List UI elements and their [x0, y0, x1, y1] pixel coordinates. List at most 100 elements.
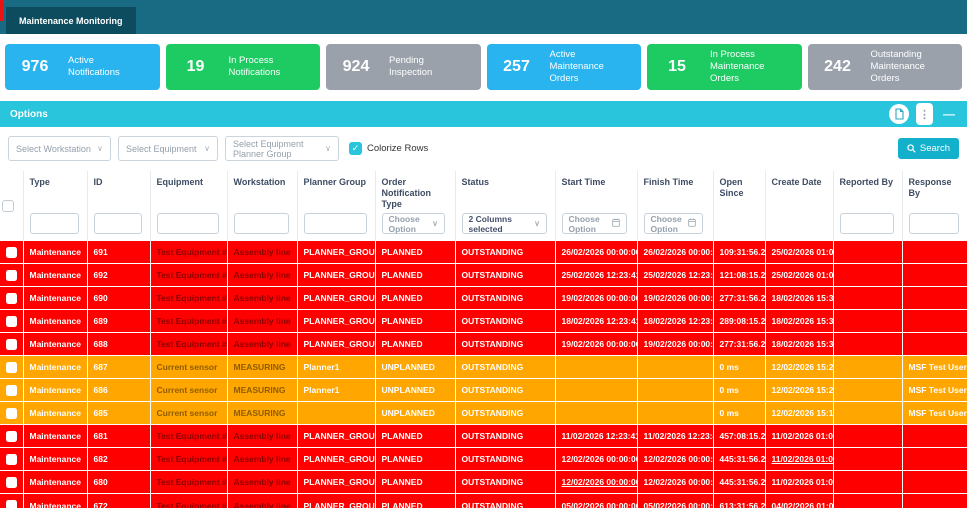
reported-by-filter-input[interactable] — [840, 213, 894, 234]
cell-workstation[interactable]: Assembly line — [227, 333, 297, 356]
finish-time-date-filter[interactable]: Choose Option — [644, 213, 704, 234]
column-header-workstation[interactable]: Workstation — [227, 171, 297, 211]
cell-open-since: 613:31:56.297 — [713, 494, 765, 508]
collapse-icon[interactable]: — — [943, 107, 955, 121]
order-notification-type-filter-select[interactable]: Choose Option∨ — [382, 213, 445, 234]
summary-card[interactable]: 242Outstanding Maintenance Orders — [808, 44, 963, 90]
column-header-start-time[interactable]: Start Time — [555, 171, 637, 211]
row-select-cell — [0, 310, 23, 333]
cell-workstation[interactable]: Assembly line — [227, 494, 297, 508]
workstation-select[interactable]: Select Workstation ∨ — [8, 136, 111, 161]
select-all-checkbox[interactable] — [2, 200, 14, 212]
cell-start-time: 18/02/2026 12:23:41 — [555, 310, 637, 333]
cell-equipment[interactable]: Test Equipment #1 — [150, 448, 227, 471]
cell-equipment[interactable]: Test Equipment #1 — [150, 425, 227, 448]
cell-equipment[interactable]: Test Equipment #1 — [150, 264, 227, 287]
row-checkbox[interactable] — [6, 408, 17, 419]
row-checkbox[interactable] — [6, 385, 17, 396]
summary-card[interactable]: 924Pending Inspection — [326, 44, 481, 90]
cell-workstation[interactable]: MEASURING — [227, 356, 297, 379]
cell-start-time: 26/02/2026 00:00:00 — [555, 241, 637, 264]
row-checkbox[interactable] — [6, 247, 17, 258]
id-filter-input[interactable] — [94, 213, 142, 234]
column-header-finish-time[interactable]: Finish Time — [637, 171, 713, 211]
export-document-icon[interactable] — [889, 104, 909, 124]
cell-workstation[interactable]: Assembly line — [227, 471, 297, 494]
column-header-open-since[interactable]: Open Since — [713, 171, 765, 211]
row-checkbox[interactable] — [6, 500, 17, 508]
column-header-response-by[interactable]: Response By — [902, 171, 967, 211]
search-button[interactable]: Search — [898, 138, 959, 159]
summary-card[interactable]: 19In Process Notifications — [166, 44, 321, 90]
response-by-filter-input[interactable] — [909, 213, 959, 234]
cell-workstation[interactable]: Assembly line — [227, 425, 297, 448]
summary-card[interactable]: 15In Process Maintenance Orders — [647, 44, 802, 90]
cell-equipment[interactable]: Test Equipment #1 — [150, 287, 227, 310]
cell-workstation[interactable]: MEASURING — [227, 379, 297, 402]
kebab-menu-icon[interactable]: ⋮ — [916, 103, 933, 125]
chevron-down-icon: ∨ — [534, 219, 540, 229]
column-filter-reported-by — [833, 211, 902, 241]
row-checkbox[interactable] — [6, 477, 17, 488]
cell-create-date: 11/02/2026 01:04:59 — [765, 448, 833, 471]
row-checkbox[interactable] — [6, 454, 17, 465]
row-checkbox[interactable] — [6, 362, 17, 373]
table-row: Maintenance680Test Equipment #1Assembly … — [0, 471, 967, 494]
tab-maintenance-monitoring[interactable]: Maintenance Monitoring — [6, 7, 136, 34]
cell-equipment[interactable]: Test Equipment #1 — [150, 494, 227, 508]
row-checkbox[interactable] — [6, 431, 17, 442]
workstation-filter-input[interactable] — [234, 213, 289, 234]
cell-workstation[interactable]: Assembly line — [227, 448, 297, 471]
column-filter-response-by — [902, 211, 967, 241]
cell-equipment[interactable]: Test Equipment #1 — [150, 471, 227, 494]
cell-workstation[interactable]: Assembly line — [227, 287, 297, 310]
column-header-equipment[interactable]: Equipment — [150, 171, 227, 211]
cell-planner-group: PLANNER_GROUP1 — [297, 425, 375, 448]
equipment-filter-input[interactable] — [157, 213, 219, 234]
cell-workstation[interactable]: MEASURING — [227, 402, 297, 425]
cell-equipment[interactable]: Test Equipment #1 — [150, 310, 227, 333]
cell-workstation[interactable]: Assembly line — [227, 310, 297, 333]
row-checkbox[interactable] — [6, 293, 17, 304]
column-header-type[interactable]: Type — [23, 171, 87, 211]
cell-equipment[interactable]: Current sensor — [150, 402, 227, 425]
card-value: 19 — [178, 58, 214, 76]
cell-workstation[interactable]: Assembly line — [227, 264, 297, 287]
equipment-select[interactable]: Select Equipment ∨ — [118, 136, 218, 161]
column-header-order-notification-type[interactable]: Order Notification Type — [375, 171, 455, 211]
column-header-status[interactable]: Status — [455, 171, 555, 211]
row-checkbox[interactable] — [6, 339, 17, 350]
summary-card[interactable]: 976Active Notifications — [5, 44, 160, 90]
planner-group-select[interactable]: Select Equipment Planner Group ∨ — [225, 136, 339, 161]
cell-reported-by — [833, 356, 902, 379]
row-select-cell — [0, 402, 23, 425]
column-header-planner-group[interactable]: Planner Group — [297, 171, 375, 211]
cell-equipment[interactable]: Current sensor — [150, 379, 227, 402]
planner-group-filter-input[interactable] — [304, 213, 367, 234]
cell-id: 692 — [87, 264, 150, 287]
status-filter-select[interactable]: 2 Columns selected∨ — [462, 213, 547, 234]
column-header-reported-by[interactable]: Reported By — [833, 171, 902, 211]
cell-start-time: 25/02/2026 12:23:41 — [555, 264, 637, 287]
column-header-create-date[interactable]: Create Date — [765, 171, 833, 211]
summary-card[interactable]: 257Active Maintenance Orders — [487, 44, 642, 90]
start-time-date-filter[interactable]: Choose Option — [562, 213, 627, 234]
colorize-rows-toggle[interactable]: ✓ Colorize Rows — [349, 142, 428, 155]
cell-planner-group: PLANNER_GROUP1 — [297, 310, 375, 333]
table-row: Maintenance692Test Equipment #1Assembly … — [0, 264, 967, 287]
row-checkbox[interactable] — [6, 270, 17, 281]
cell-reported-by — [833, 494, 902, 508]
cell-equipment[interactable]: Current sensor — [150, 356, 227, 379]
cell-equipment[interactable]: Test Equipment #1 — [150, 241, 227, 264]
cell-workstation[interactable]: Assembly line — [227, 241, 297, 264]
cell-reported-by — [833, 241, 902, 264]
cell-equipment[interactable]: Test Equipment #1 — [150, 333, 227, 356]
row-select-cell — [0, 425, 23, 448]
column-filter-type — [23, 211, 87, 241]
row-checkbox[interactable] — [6, 316, 17, 327]
cell-response-by — [902, 241, 967, 264]
cell-planner-group: PLANNER_GROUP1 — [297, 471, 375, 494]
type-filter-input[interactable] — [30, 213, 79, 234]
column-header-id[interactable]: ID — [87, 171, 150, 211]
cell-planner-group: Planner1 — [297, 356, 375, 379]
